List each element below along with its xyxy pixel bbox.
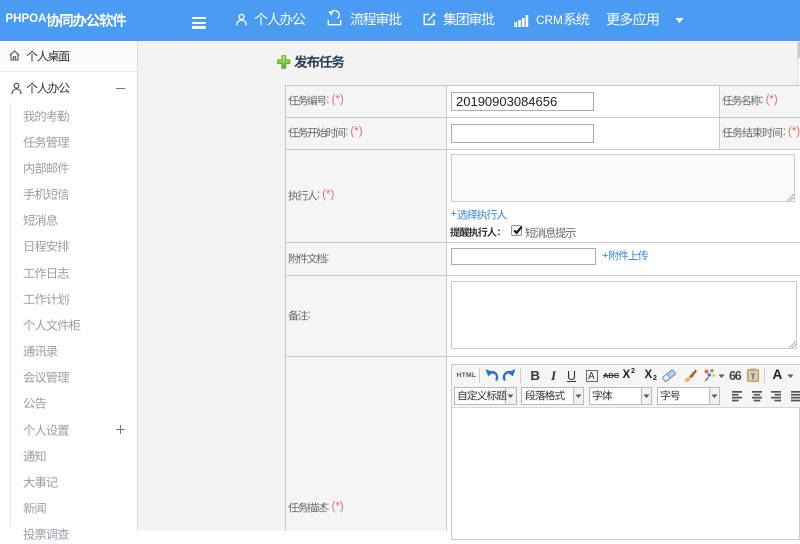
svg-text:T: T [750, 372, 756, 382]
